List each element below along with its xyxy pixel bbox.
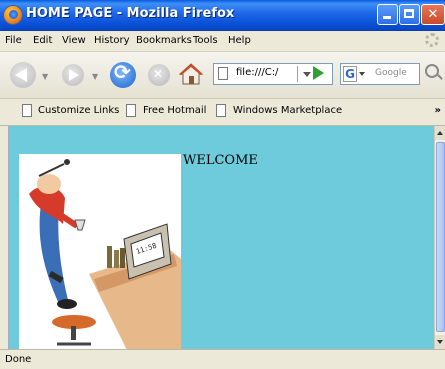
menu-tools[interactable]: Tools [193,35,218,46]
search-engine-dropdown-icon[interactable] [359,72,365,76]
google-engine-icon[interactable]: G [343,66,357,82]
status-text: Done [5,354,32,365]
status-bar: Done [0,349,445,369]
menu-file[interactable]: File [5,35,22,46]
menu-history[interactable]: History [94,35,130,46]
page-content: 11:58 WELCOME [8,126,435,349]
forward-button[interactable] [62,64,84,86]
forward-history-dropdown-icon[interactable]: ▼ [92,72,98,81]
welcome-heading: WELCOME [183,153,258,168]
title-bar: HOME PAGE - Mozilla Firefox ✕ [0,0,445,31]
bookmarks-toolbar: Customize Links Free Hotmail Windows Mar… [0,99,445,126]
menu-view[interactable]: View [62,35,86,46]
browser-window: HOME PAGE - Mozilla Firefox ✕ File Edit … [0,0,445,369]
content-left-border [0,126,8,349]
window-title: HOME PAGE - Mozilla Firefox [26,6,235,21]
scroll-thumb[interactable] [436,142,445,332]
menu-edit[interactable]: Edit [33,35,52,46]
bookmark-free-hotmail[interactable]: Free Hotmail [143,105,206,116]
scroll-up-button[interactable] [435,126,445,140]
menu-bookmarks[interactable]: Bookmarks [136,35,192,46]
home-icon [178,63,204,85]
bookmark-page-icon [22,104,32,117]
throbber-icon [425,33,439,47]
cartoon-illustration: 11:58 [19,154,181,349]
bookmark-page-icon [126,104,136,117]
maximize-button[interactable] [399,4,420,25]
search-box[interactable]: G Google [340,63,420,85]
bookmark-windows-marketplace[interactable]: Windows Marketplace [233,105,342,116]
bookmarks-overflow-chevron[interactable]: » [435,105,441,116]
close-button[interactable]: ✕ [421,4,445,25]
firefox-icon [4,6,22,24]
reload-button[interactable] [110,60,136,88]
url-separator [297,66,298,82]
stop-button[interactable] [148,64,170,86]
page-icon [218,67,228,80]
home-button[interactable] [178,62,204,86]
url-text[interactable]: file:///C:/ [236,67,278,78]
scroll-down-button[interactable] [435,335,445,349]
url-dropdown-icon[interactable] [303,72,311,77]
search-placeholder: Google [375,68,407,78]
cartoon-man-at-computer-image: 11:58 [19,154,181,349]
back-button[interactable] [10,62,36,88]
menu-help[interactable]: Help [228,35,251,46]
bookmark-page-icon [216,104,226,117]
menu-bar: File Edit View History Bookmarks Tools H… [0,31,445,52]
bookmark-customize-links[interactable]: Customize Links [38,105,119,116]
go-arrow-icon[interactable] [313,66,324,80]
navigation-toolbar: ▼ ▼ file:///C:/ G Google [0,52,445,99]
back-history-dropdown-icon[interactable]: ▼ [42,72,48,81]
vertical-scrollbar[interactable] [434,126,445,349]
search-icon[interactable] [425,64,439,78]
minimize-button[interactable] [377,4,398,25]
